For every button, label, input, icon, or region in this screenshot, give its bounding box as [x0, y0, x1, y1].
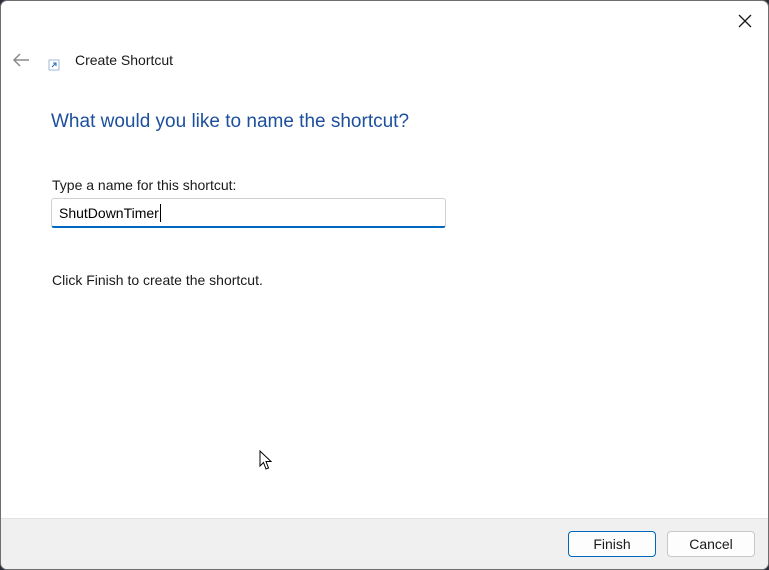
text-caret — [159, 203, 161, 222]
create-shortcut-dialog: Create Shortcut What would you like to n… — [0, 0, 769, 570]
finish-instruction: Click Finish to create the shortcut. — [52, 272, 263, 288]
finish-button[interactable]: Finish — [568, 531, 656, 557]
back-button[interactable] — [9, 49, 33, 71]
shortcut-name-label: Type a name for this shortcut: — [52, 177, 237, 193]
shortcut-name-value: ShutDownTimer — [59, 204, 159, 221]
dialog-footer: Finish Cancel — [1, 518, 768, 569]
mouse-pointer-icon — [259, 450, 273, 470]
close-button[interactable] — [722, 1, 768, 41]
back-arrow-icon — [12, 53, 29, 67]
page-heading: What would you like to name the shortcut… — [51, 111, 410, 132]
cancel-button[interactable]: Cancel — [667, 531, 755, 557]
dialog-title: Create Shortcut — [75, 52, 174, 68]
close-icon — [738, 14, 752, 28]
shortcut-name-input[interactable]: ShutDownTimer — [51, 198, 446, 228]
shortcut-icon — [48, 59, 60, 71]
